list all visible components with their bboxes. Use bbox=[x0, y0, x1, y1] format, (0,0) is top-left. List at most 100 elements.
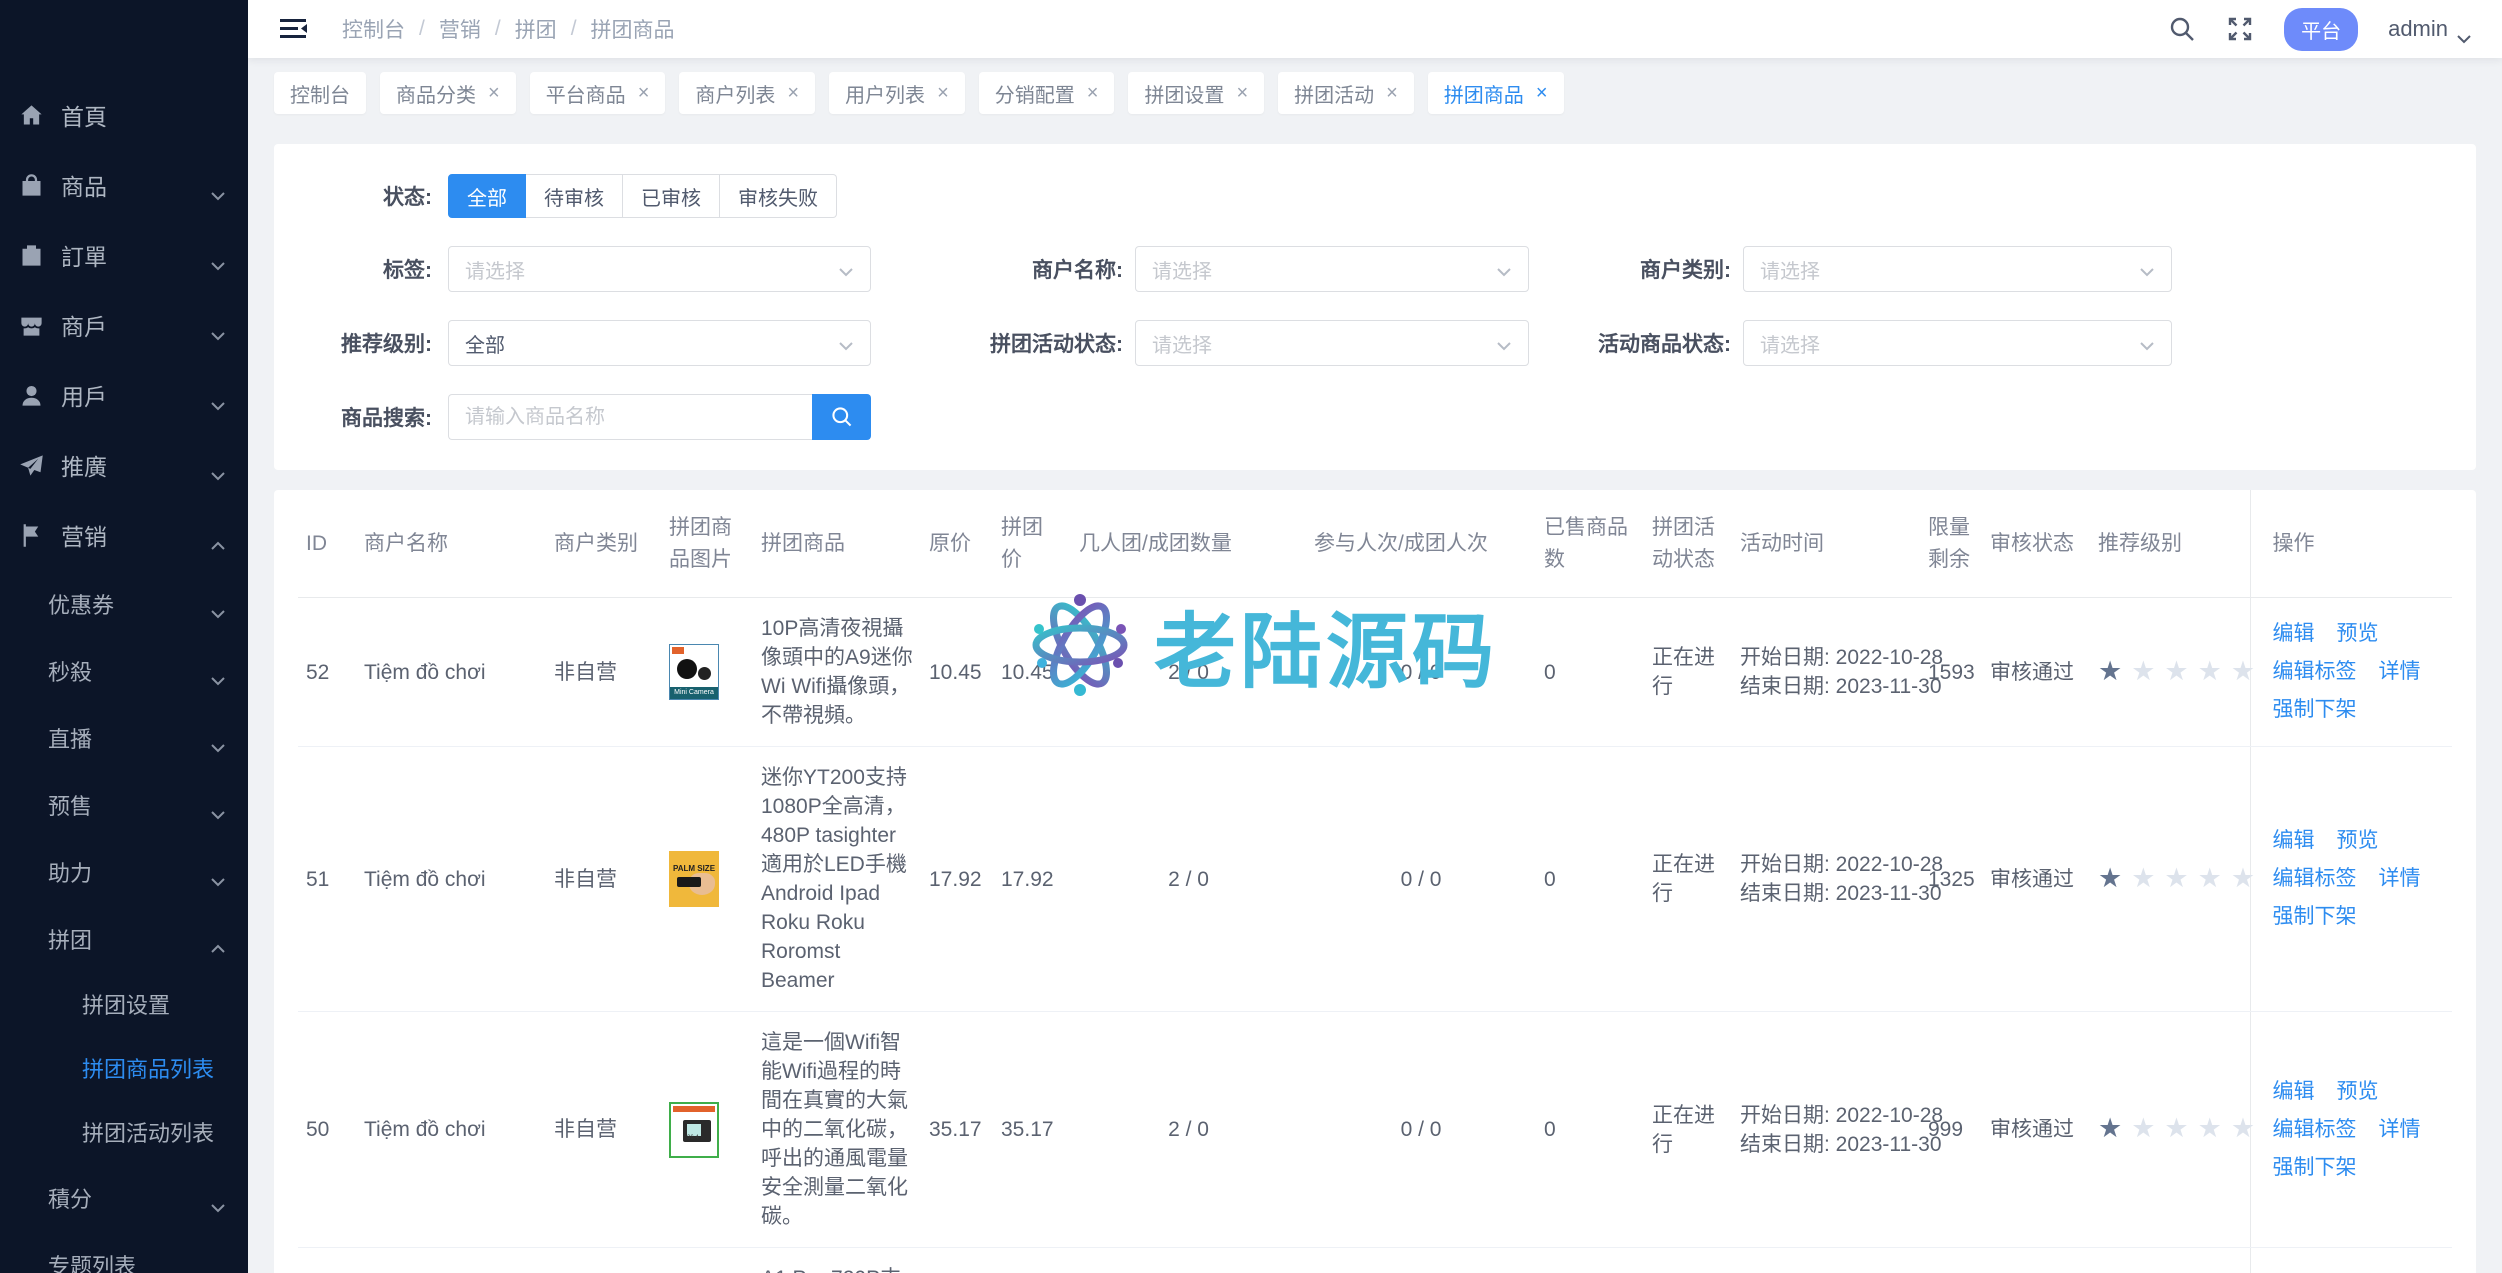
cell-group-count: 2 / 0 bbox=[1071, 1248, 1306, 1273]
sidebar-item-seckill[interactable]: 秒殺 bbox=[0, 637, 248, 704]
breadcrumb-item[interactable]: 拼团商品 bbox=[591, 14, 675, 44]
close-icon[interactable]: × bbox=[1236, 82, 1248, 105]
tab-groupbuy-activity[interactable]: 拼团活动× bbox=[1278, 72, 1414, 114]
cell-time: 开始日期: 2022-10-28 结束日期: 2023-11-30 bbox=[1732, 1248, 1920, 1273]
chevron-down-icon bbox=[210, 320, 226, 330]
breadcrumb-item[interactable]: 拼团 bbox=[515, 14, 557, 44]
sidebar-collapse-icon[interactable] bbox=[278, 16, 308, 42]
sidebar-item-promotion[interactable]: 推廣 bbox=[0, 430, 248, 500]
tab-groupbuy-goods[interactable]: 拼团商品 × bbox=[1428, 72, 1564, 114]
tag-select[interactable]: 请选择 bbox=[448, 246, 871, 292]
tab-user-list[interactable]: 用户列表× bbox=[829, 72, 965, 114]
tab-label: 分销配置 bbox=[995, 79, 1075, 108]
status-rejected-button[interactable]: 审核失败 bbox=[720, 174, 837, 218]
sidebar-item-users[interactable]: 用戶 bbox=[0, 360, 248, 430]
star-rating[interactable]: ★★★★★ bbox=[2098, 1113, 2264, 1143]
product-image[interactable]: 36.4 bbox=[669, 1102, 719, 1158]
tab-platform-goods[interactable]: 平台商品× bbox=[530, 72, 666, 114]
col-price: 原价 bbox=[921, 490, 993, 598]
filter-row-status: 状态: 全部 待审核 已审核 审核失败 bbox=[274, 174, 2476, 218]
sidebar-item-presale[interactable]: 预售 bbox=[0, 771, 248, 838]
status-all-button[interactable]: 全部 bbox=[448, 174, 526, 218]
edit-link[interactable]: 编辑 bbox=[2273, 829, 2315, 852]
cell-status: 正在进行 bbox=[1644, 1248, 1732, 1273]
status-approved-button[interactable]: 已审核 bbox=[623, 174, 720, 218]
edit-tag-link[interactable]: 编辑标签 bbox=[2273, 1118, 2357, 1141]
chevron-down-icon bbox=[210, 666, 226, 676]
edit-link[interactable]: 编辑 bbox=[2273, 622, 2315, 645]
tab-merchant-list[interactable]: 商户列表× bbox=[679, 72, 815, 114]
sidebar-item-groupbuy-activity-list[interactable]: 拼团活动列表 bbox=[0, 1100, 248, 1164]
detail-link[interactable]: 详情 bbox=[2379, 867, 2421, 890]
preview-link[interactable]: 预览 bbox=[2337, 829, 2379, 852]
tab-distribution-config[interactable]: 分销配置 × bbox=[979, 72, 1115, 114]
goods-search-input[interactable] bbox=[448, 394, 812, 440]
product-image[interactable]: Mini Camera bbox=[669, 644, 719, 700]
tab-groupbuy-settings[interactable]: 拼团设置× bbox=[1128, 72, 1264, 114]
star-rating[interactable]: ★★★★★ bbox=[2098, 863, 2264, 893]
user-menu[interactable]: admin bbox=[2388, 16, 2472, 42]
breadcrumb-item[interactable]: 营销 bbox=[439, 14, 481, 44]
sidebar-item-topic-list[interactable]: 专题列表 bbox=[0, 1231, 248, 1273]
force-offshelf-link[interactable]: 强制下架 bbox=[2273, 698, 2357, 721]
col-sold: 已售商品数 bbox=[1536, 490, 1644, 598]
sidebar-item-home[interactable]: 首頁 bbox=[0, 80, 248, 150]
fullscreen-icon[interactable] bbox=[2226, 15, 2254, 43]
tab-label: 拼团商品 bbox=[1444, 79, 1524, 108]
product-image-caption: Mini Camera bbox=[670, 687, 718, 699]
status-filter-label: 状态: bbox=[274, 181, 448, 211]
close-icon[interactable]: × bbox=[1386, 82, 1398, 105]
preview-link[interactable]: 预览 bbox=[2337, 622, 2379, 645]
breadcrumb-item[interactable]: 控制台 bbox=[342, 14, 405, 44]
sidebar-item-groupbuy-goods-list[interactable]: 拼团商品列表 bbox=[0, 1036, 248, 1100]
sidebar-item-label: 拼团 bbox=[48, 923, 210, 955]
product-image[interactable]: PALM SIZE bbox=[669, 851, 719, 907]
chevron-down-icon bbox=[210, 1193, 226, 1203]
sidebar-item-merchants[interactable]: 商戶 bbox=[0, 290, 248, 360]
sidebar-item-groupbuy-settings[interactable]: 拼团设置 bbox=[0, 972, 248, 1036]
time-start: 开始日期: 2022-10-28 bbox=[1740, 1101, 1912, 1130]
search-icon[interactable] bbox=[2168, 15, 2196, 43]
close-icon[interactable]: × bbox=[638, 82, 650, 105]
force-offshelf-link[interactable]: 强制下架 bbox=[2273, 1156, 2357, 1179]
sidebar-item-groupbuy[interactable]: 拼团 bbox=[0, 905, 248, 972]
status-pending-button[interactable]: 待审核 bbox=[526, 174, 623, 218]
goods-search-label: 商品搜索: bbox=[274, 402, 448, 432]
star-rating[interactable]: ★★★★★ bbox=[2098, 656, 2264, 686]
sidebar-item-label: 積分 bbox=[48, 1182, 210, 1214]
detail-link[interactable]: 详情 bbox=[2379, 1118, 2421, 1141]
platform-badge[interactable]: 平台 bbox=[2284, 8, 2358, 51]
activity-goods-status-select[interactable]: 请选择 bbox=[1743, 320, 2172, 366]
cell-sold: 0 bbox=[1536, 1012, 1644, 1248]
edit-tag-link[interactable]: 编辑标签 bbox=[2273, 660, 2357, 683]
sidebar-item-points[interactable]: 積分 bbox=[0, 1164, 248, 1231]
preview-link[interactable]: 预览 bbox=[2337, 1080, 2379, 1103]
close-icon[interactable]: × bbox=[1087, 82, 1099, 105]
close-icon[interactable]: × bbox=[787, 82, 799, 105]
cell-operations: 编辑预览 编辑标签详情 强制下架 bbox=[2250, 747, 2452, 1012]
sidebar-item-orders[interactable]: 訂單 bbox=[0, 220, 248, 290]
goods-search-button[interactable] bbox=[812, 394, 871, 440]
recommend-level-select[interactable]: 全部 bbox=[448, 320, 871, 366]
merchant-type-select[interactable]: 请选择 bbox=[1743, 246, 2172, 292]
merchant-name-select[interactable]: 请选择 bbox=[1135, 246, 1529, 292]
force-offshelf-link[interactable]: 强制下架 bbox=[2273, 905, 2357, 928]
sidebar-item-assist[interactable]: 助力 bbox=[0, 838, 248, 905]
detail-link[interactable]: 详情 bbox=[2379, 660, 2421, 683]
cell-group-price: 17.92 bbox=[993, 747, 1071, 1012]
sidebar-item-live[interactable]: 直播 bbox=[0, 704, 248, 771]
close-icon[interactable]: × bbox=[488, 82, 500, 105]
group-activity-status-select[interactable]: 请选择 bbox=[1135, 320, 1529, 366]
sidebar-item-marketing[interactable]: 营销 bbox=[0, 500, 248, 570]
tab-goods-category[interactable]: 商品分类× bbox=[380, 72, 516, 114]
close-icon[interactable]: × bbox=[1536, 82, 1548, 105]
sidebar-item-goods[interactable]: 商品 bbox=[0, 150, 248, 220]
cell-audit: 审核通过 bbox=[1982, 1248, 2090, 1273]
sidebar-item-coupon[interactable]: 优惠券 bbox=[0, 570, 248, 637]
close-icon[interactable]: × bbox=[937, 82, 949, 105]
col-merchant-name: 商户名称 bbox=[356, 490, 546, 598]
cell-join-count: 0 / 0 bbox=[1306, 1248, 1536, 1273]
tab-console[interactable]: 控制台 bbox=[274, 72, 366, 114]
edit-tag-link[interactable]: 编辑标签 bbox=[2273, 867, 2357, 890]
edit-link[interactable]: 编辑 bbox=[2273, 1080, 2315, 1103]
